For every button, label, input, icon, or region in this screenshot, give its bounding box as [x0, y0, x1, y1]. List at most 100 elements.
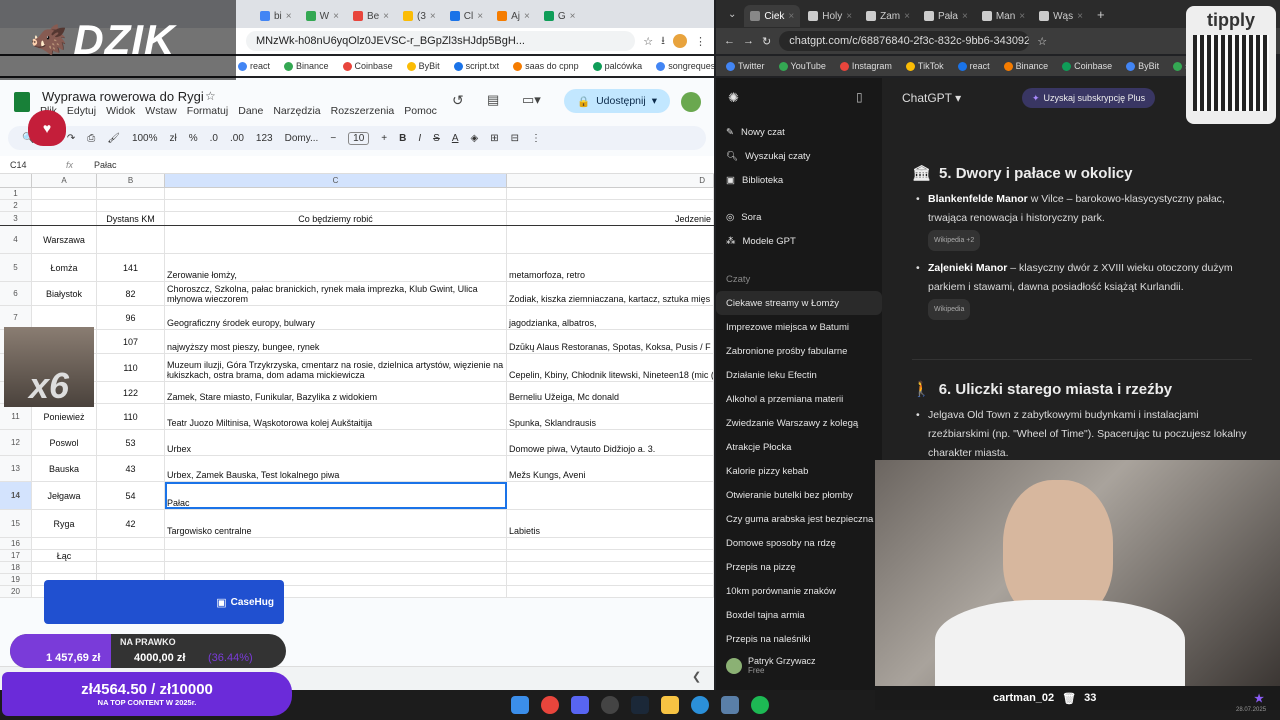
cell-distance[interactable] — [97, 538, 165, 549]
upgrade-button[interactable]: ✦ Uzyskaj subskrypcję Plus — [1022, 88, 1156, 108]
bookmark-item[interactable]: songrequest — [656, 61, 714, 71]
cell-city[interactable]: Poniewież — [32, 404, 97, 429]
print-icon[interactable]: ⎙ — [87, 133, 95, 144]
cell-food[interactable] — [507, 550, 714, 561]
name-box[interactable]: C14 — [0, 160, 66, 170]
cell-distance[interactable]: 96 — [97, 306, 165, 329]
browser-tab[interactable]: Aj × — [491, 5, 536, 27]
steam-icon[interactable] — [631, 696, 649, 714]
bookmark-item[interactable]: script.txt — [1173, 61, 1186, 71]
cell-activities[interactable]: Muzeum iluzji, Góra Trzykrzyska, cmentar… — [165, 354, 507, 381]
cell-city[interactable]: Łomża — [32, 254, 97, 281]
close-icon[interactable]: × — [524, 11, 530, 22]
star-title-icon[interactable]: ☆ — [205, 89, 216, 103]
edge-icon[interactable] — [691, 696, 709, 714]
chat-history-item[interactable]: Atrakcje Płocka — [716, 435, 882, 459]
chat-history-item[interactable]: Zwiedzanie Warszawy z kolegą — [716, 411, 882, 435]
browser-tab[interactable]: bi × — [254, 5, 298, 27]
merge-icon[interactable]: ⊟ — [511, 133, 519, 144]
close-icon[interactable]: × — [846, 11, 852, 22]
row-number[interactable]: 14 — [0, 482, 32, 509]
bookmark-item[interactable]: YouTube — [778, 61, 826, 71]
row-number[interactable]: 16 — [0, 538, 32, 549]
cell-distance[interactable]: 53 — [97, 430, 165, 455]
openai-logo-icon[interactable]: ✺ — [728, 90, 739, 106]
row-number[interactable]: 12 — [0, 430, 32, 455]
browser-tab[interactable]: (3 × — [397, 5, 442, 27]
number-format-button[interactable]: 123 — [256, 133, 273, 144]
share-button[interactable]: 🔒 Udostępnij ▾ — [564, 89, 670, 113]
col-header-c[interactable]: C — [165, 174, 507, 187]
row-number[interactable]: 20 — [0, 586, 32, 597]
close-icon[interactable]: × — [904, 11, 910, 22]
cell-food[interactable]: Labietis — [507, 510, 714, 537]
cell-activities[interactable]: Pałac — [165, 482, 507, 509]
close-icon[interactable]: × — [788, 11, 794, 22]
menu-item[interactable]: Dane — [238, 105, 263, 117]
row-number[interactable]: 19 — [0, 574, 32, 585]
cell-activities[interactable]: Urbex — [165, 430, 507, 455]
cell-city[interactable]: Bauska — [32, 456, 97, 481]
cell-food[interactable]: Zodiak, kiszka ziemniaczana, kartacz, sz… — [507, 282, 714, 305]
nav-search-chats[interactable]: 🔍︎ Wyszukaj czaty — [716, 144, 882, 168]
bookmark-item[interactable]: Coinbase — [342, 61, 393, 71]
close-icon[interactable]: × — [1019, 11, 1025, 22]
decrease-decimal-button[interactable]: .0 — [210, 133, 218, 144]
cell-activities[interactable]: Targowisko centralne — [165, 510, 507, 537]
account-avatar[interactable] — [681, 92, 701, 112]
user-account[interactable]: Patryk Grzywacz Free — [726, 656, 816, 675]
chat-history-item[interactable]: Alkohol a przemiana materii — [716, 387, 882, 411]
browser-tab[interactable]: Zam × — [860, 5, 916, 27]
folder-icon[interactable] — [661, 696, 679, 714]
new-tab-icon[interactable]: + — [1097, 7, 1105, 22]
bookmark-item[interactable]: Twitter — [726, 61, 765, 71]
cell-distance[interactable]: 110 — [97, 354, 165, 381]
bookmark-item[interactable]: Binance — [1003, 61, 1048, 71]
paint-format-icon[interactable]: 🖌 — [107, 133, 120, 144]
increase-decimal-button[interactable]: .00 — [230, 133, 244, 144]
cell-city[interactable] — [32, 200, 97, 211]
bookmark-item[interactable]: ByBit — [406, 61, 440, 71]
menu-item[interactable]: Formatuj — [187, 105, 228, 117]
row-number[interactable]: 13 — [0, 456, 32, 481]
bold-button[interactable]: B — [399, 133, 406, 144]
cell-city[interactable]: Ryga — [32, 510, 97, 537]
close-icon[interactable]: × — [286, 11, 292, 22]
spotify-icon[interactable] — [751, 696, 769, 714]
close-icon[interactable]: × — [383, 11, 389, 22]
cell-activities[interactable]: Teatr Juozo Miltinisa, Wąskotorowa kolej… — [165, 404, 507, 429]
cell-food[interactable] — [507, 574, 714, 585]
reload-icon[interactable]: ↻ — [762, 35, 771, 48]
row-number[interactable]: 7 — [0, 306, 32, 329]
cell-distance[interactable]: 54 — [97, 482, 165, 509]
chat-history-item[interactable]: Przepis na naleśniki — [716, 627, 882, 651]
col-header-b[interactable]: B — [97, 174, 165, 187]
font-size-input[interactable]: 10 — [348, 131, 370, 145]
cell-activities[interactable]: Zerowanie łomży, — [165, 254, 507, 281]
bookmark-item[interactable]: script.txt — [453, 61, 499, 71]
cell-food[interactable] — [507, 482, 714, 509]
chat-history-item[interactable]: Czy guma arabska jest bezpieczna — [716, 507, 882, 531]
cell-activities[interactable] — [165, 188, 507, 199]
cell-activities[interactable]: Co będziemy robić — [165, 212, 507, 225]
browser-tab[interactable]: W × — [300, 5, 345, 27]
font-size-minus[interactable]: − — [330, 133, 336, 144]
download-icon[interactable]: ⭳ — [661, 32, 665, 51]
cell-distance[interactable]: 42 — [97, 510, 165, 537]
star-icon[interactable]: ☆ — [643, 35, 653, 48]
borders-icon[interactable]: ⊞ — [490, 133, 498, 144]
bookmark-item[interactable]: Binance — [284, 61, 329, 71]
cell-food[interactable]: Spunka, Sklandrausis — [507, 404, 714, 429]
close-icon[interactable]: × — [430, 11, 436, 22]
percent-format-button[interactable]: % — [189, 133, 198, 144]
chrome-icon[interactable] — [541, 696, 559, 714]
cell-city[interactable]: Łąc — [32, 550, 97, 561]
row-number[interactable]: 6 — [0, 282, 32, 305]
cell-activities[interactable] — [165, 550, 507, 561]
cell-distance[interactable] — [97, 550, 165, 561]
cell-distance[interactable]: 107 — [97, 330, 165, 353]
browser-tab[interactable]: Be × — [347, 5, 395, 27]
sidebar-toggle-icon[interactable]: ▯ — [856, 90, 863, 104]
chat-history-item[interactable]: Boxdel tajna armia — [716, 603, 882, 627]
cell-city[interactable] — [32, 562, 97, 573]
